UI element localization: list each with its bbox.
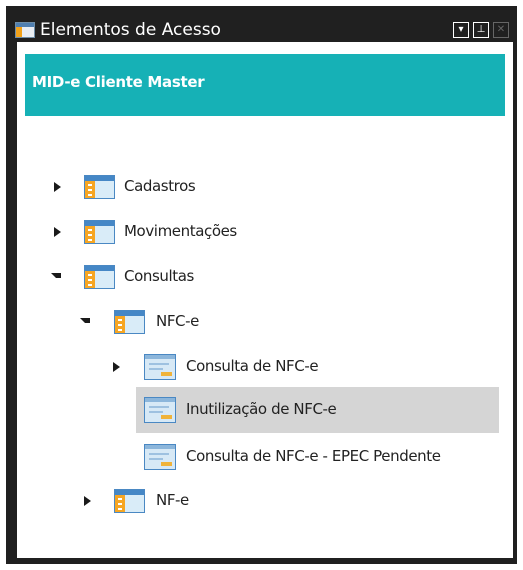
module-folder-icon: [84, 220, 115, 244]
form-window-icon: [144, 354, 176, 380]
panel-content: MID-e Cliente Master Cadastros Movimenta…: [17, 42, 513, 564]
module-folder-icon: [114, 489, 145, 513]
tree-item-consulta-epec[interactable]: Consulta de NFC-e - EPEC Pendente: [17, 440, 513, 474]
tree-item-label: NFC-e: [156, 312, 199, 330]
module-folder-icon: [84, 265, 115, 289]
tree-item-movimentacoes[interactable]: Movimentações: [17, 215, 513, 249]
form-window-icon: [144, 444, 176, 470]
tree-item-label: NF-e: [156, 491, 189, 509]
collapse-arrow-icon[interactable]: [51, 273, 61, 278]
tree-item-nfe[interactable]: NF-e: [17, 484, 513, 518]
tree-item-label: Consulta de NFC-e - EPEC Pendente: [186, 447, 441, 465]
tree-item-label: Cadastros: [124, 177, 196, 195]
tree-item-label: Inutilização de NFC-e: [186, 400, 337, 418]
panel-frame: Elementos de Acesso ▾ ⊥ ✕ MID-e Cliente …: [6, 6, 517, 564]
tree-item-label: Movimentações: [124, 222, 237, 240]
expand-arrow-icon[interactable]: [113, 362, 120, 372]
module-folder-icon: [84, 175, 115, 199]
panel-bottom-border: [6, 558, 517, 564]
tree-item-label: Consulta de NFC-e: [186, 357, 319, 375]
collapse-arrow-icon[interactable]: [80, 318, 90, 323]
module-folder-icon: [114, 310, 145, 334]
form-window-icon: [144, 397, 176, 423]
panel-icon: [15, 22, 35, 38]
expand-arrow-icon[interactable]: [84, 496, 91, 506]
profile-header: MID-e Cliente Master: [25, 54, 505, 116]
tree-item-label: Consultas: [124, 267, 194, 285]
profile-title: MID-e Cliente Master: [32, 73, 205, 91]
tree-item-consultas[interactable]: Consultas: [17, 260, 513, 294]
tree-item-cadastros[interactable]: Cadastros: [17, 170, 513, 204]
expand-arrow-icon[interactable]: [54, 182, 61, 192]
panel-title: Elementos de Acesso: [40, 20, 221, 40]
tree-item-nfce[interactable]: NFC-e: [17, 305, 513, 339]
tree-item-inutilizacao-nfce[interactable]: Inutilização de NFC-e: [136, 387, 499, 433]
tree-item-consulta-nfce[interactable]: Consulta de NFC-e: [17, 350, 513, 384]
dropdown-icon[interactable]: ▾: [453, 22, 469, 38]
close-icon[interactable]: ✕: [493, 22, 509, 38]
pin-icon[interactable]: ⊥: [473, 22, 489, 38]
expand-arrow-icon[interactable]: [54, 227, 61, 237]
